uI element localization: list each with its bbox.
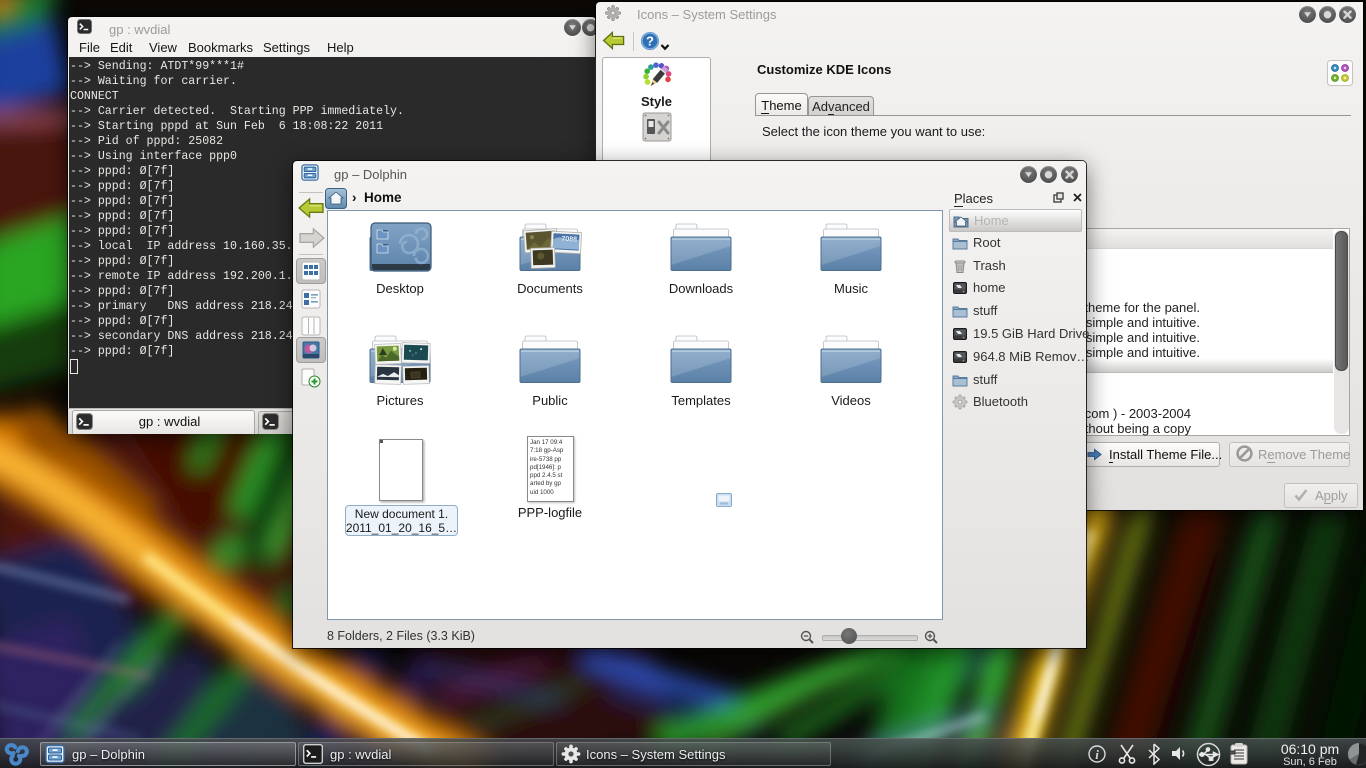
svg-text:7088: 7088 <box>561 236 577 244</box>
svg-text:i: i <box>1095 747 1099 762</box>
svg-text:?: ? <box>646 34 654 49</box>
